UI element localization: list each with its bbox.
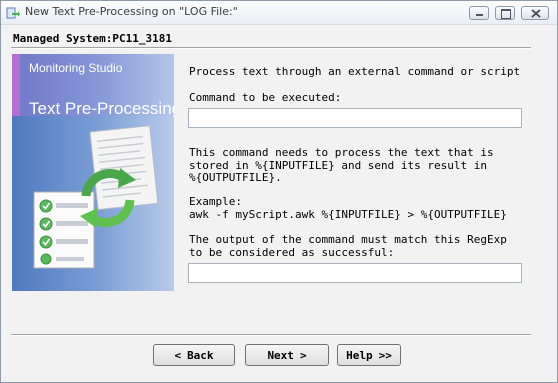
title-bar[interactable]: New Text Pre-Processing on "LOG File:" xyxy=(1,1,557,25)
side-banner: Monitoring Studio Text Pre-Processing xyxy=(12,54,174,291)
command-input[interactable] xyxy=(188,108,522,128)
app-icon xyxy=(6,6,20,20)
close-button[interactable] xyxy=(521,6,549,20)
next-button-label: Next xyxy=(267,348,294,362)
header-divider xyxy=(11,47,531,49)
regex-input[interactable] xyxy=(188,263,522,283)
help-button[interactable]: Help >> xyxy=(337,344,401,366)
step-heading: Process text through an external command… xyxy=(189,65,521,78)
window-title: New Text Pre-Processing on "LOG File:" xyxy=(25,5,238,18)
minimize-button[interactable] xyxy=(469,6,489,20)
next-arrow-icon: > xyxy=(299,348,307,362)
help-arrow-icon: >> xyxy=(378,348,392,362)
back-button[interactable]: < Back xyxy=(153,344,235,366)
wizard-window: New Text Pre-Processing on "LOG File:" M… xyxy=(0,0,558,383)
example-label: Example: xyxy=(189,195,242,208)
back-arrow-icon: < xyxy=(174,348,182,362)
close-icon xyxy=(531,9,541,18)
back-button-label: Back xyxy=(187,348,214,362)
text-preprocessing-illustration-icon xyxy=(33,125,159,269)
footer-divider xyxy=(11,334,531,336)
side-banner-accent xyxy=(12,54,20,116)
maximize-button[interactable] xyxy=(495,6,515,20)
example-code: awk -f myScript.awk %{INPUTFILE} > %{OUT… xyxy=(189,208,507,221)
help-button-label: Help xyxy=(346,348,373,362)
next-button[interactable]: Next > xyxy=(245,344,329,366)
command-label: Command to be executed: xyxy=(189,91,342,104)
command-description: This command needs to process the text t… xyxy=(189,146,494,184)
side-banner-subtitle: Monitoring Studio xyxy=(29,61,123,75)
managed-system-label: Managed System:PC11_3181 xyxy=(13,32,172,45)
regex-label: The output of the command must match thi… xyxy=(189,233,507,259)
